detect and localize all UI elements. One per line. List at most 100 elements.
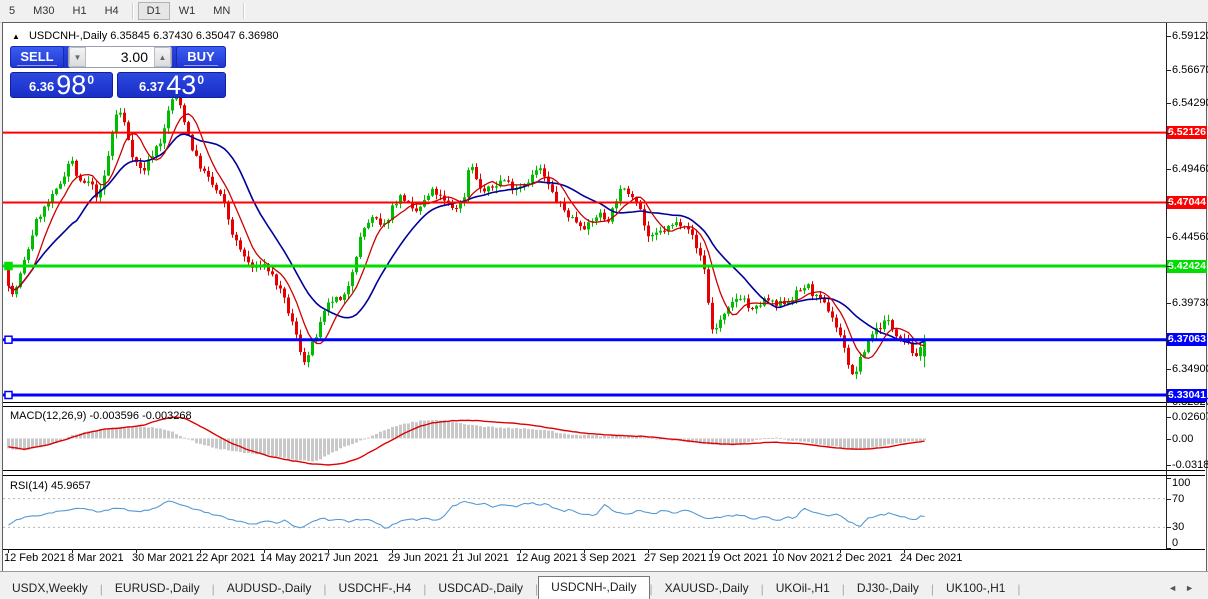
- macd-histogram-bar: [219, 438, 222, 450]
- timeframe-button-h1[interactable]: H1: [64, 2, 96, 20]
- price-axis-tick: [1166, 102, 1171, 104]
- macd-axis-label: 0.00: [1172, 432, 1194, 445]
- macd-histogram-bar: [923, 438, 926, 441]
- candle-body: [55, 188, 58, 195]
- macd-histogram-bar: [535, 429, 538, 439]
- ma-slow-line: [7, 133, 925, 345]
- chart-tab-usdcnh-daily[interactable]: USDCNH-,Daily: [538, 576, 650, 599]
- buy-button[interactable]: BUY: [176, 46, 226, 68]
- pane-separator[interactable]: [3, 470, 1205, 471]
- tab-scroll-left-icon[interactable]: ◄: [1168, 583, 1185, 593]
- line-drag-handle[interactable]: [4, 390, 13, 400]
- candle-body: [551, 184, 554, 192]
- sell-button[interactable]: SELL: [10, 46, 64, 68]
- pane-separator[interactable]: [3, 402, 1205, 403]
- candle-body: [367, 222, 370, 229]
- chart-tab-usdcad-daily[interactable]: USDCAD-,Daily: [426, 578, 535, 598]
- candle-body: [711, 302, 714, 330]
- macd-histogram-bar: [767, 437, 770, 439]
- timeframe-button-m30[interactable]: M30: [24, 2, 63, 20]
- buy-price-display[interactable]: 6.37 43 0: [117, 72, 226, 99]
- date-axis-label: 21 Jul 2021: [452, 552, 509, 564]
- candle-body: [491, 186, 494, 188]
- ma-fast-line: [8, 113, 925, 359]
- volume-input[interactable]: 3.00: [86, 47, 154, 67]
- macd-histogram-bar: [787, 438, 790, 441]
- chevron-up-icon: ▲: [158, 52, 167, 62]
- sell-price-display[interactable]: 6.36 98 0: [10, 72, 113, 99]
- chart-tab-dj30-daily[interactable]: DJ30-,Daily: [845, 578, 931, 598]
- chart-tab-usdchf-h4[interactable]: USDCHF-,H4: [327, 578, 424, 598]
- candle-body: [691, 229, 694, 235]
- candle-body: [115, 114, 118, 133]
- macd-histogram-bar: [335, 438, 338, 451]
- rsi-indicator-plot[interactable]: [3, 477, 1166, 549]
- macd-histogram-bar: [903, 438, 906, 443]
- pane-separator[interactable]: [3, 475, 1205, 476]
- timeframe-button-mn[interactable]: MN: [204, 2, 239, 20]
- rsi-axis-label: 100: [1172, 477, 1191, 489]
- macd-histogram-bar: [131, 426, 134, 439]
- candle-body: [375, 217, 378, 219]
- collapse-triangle-icon[interactable]: ▲: [12, 32, 20, 41]
- candle-body: [335, 297, 338, 302]
- macd-histogram-bar: [19, 438, 22, 450]
- candle-body: [467, 170, 470, 198]
- macd-histogram-bar: [739, 438, 742, 444]
- candle-body: [839, 327, 842, 336]
- macd-histogram-bar: [451, 422, 454, 439]
- candle-body: [795, 290, 798, 300]
- date-axis-label: 29 Jun 2021: [388, 552, 449, 564]
- price-axis-tick: [1166, 236, 1171, 238]
- macd-axis-label: -0.03187: [1172, 458, 1208, 471]
- macd-histogram-bar: [187, 438, 190, 440]
- candle-body: [595, 217, 598, 221]
- macd-histogram-bar: [643, 437, 646, 439]
- chart-tab-eurusd-daily[interactable]: EURUSD-,Daily: [103, 578, 212, 598]
- chart-tab-usdx-weekly[interactable]: USDX,Weekly: [0, 578, 100, 598]
- macd-histogram-bar: [547, 430, 550, 439]
- macd-histogram-bar: [415, 422, 418, 439]
- timeframe-button-d1[interactable]: D1: [137, 2, 170, 20]
- volume-decrease-button[interactable]: ▼: [69, 47, 86, 67]
- macd-histogram-bar: [575, 434, 578, 439]
- macd-histogram-bar: [611, 435, 614, 439]
- volume-increase-button[interactable]: ▲: [154, 47, 171, 67]
- macd-histogram-bar: [895, 438, 898, 444]
- candle-body: [487, 186, 490, 192]
- macd-histogram-bar: [307, 438, 310, 461]
- candle-body: [371, 217, 374, 223]
- timeframe-button-w1[interactable]: W1: [170, 2, 205, 20]
- rsi-axis-tick: [1166, 548, 1171, 549]
- macd-histogram-bar: [351, 438, 354, 445]
- macd-label: MACD(12,26,9) -0.003596 -0.003268: [10, 410, 192, 422]
- line-drag-handle[interactable]: [4, 335, 13, 344]
- candle-body: [647, 225, 650, 237]
- macd-histogram-bar: [875, 438, 878, 447]
- candle-body: [843, 335, 846, 348]
- tab-scroll-right-icon[interactable]: ►: [1185, 583, 1202, 593]
- candle-body: [627, 188, 630, 195]
- macd-histogram-bar: [775, 437, 778, 439]
- line-drag-handle[interactable]: [4, 261, 13, 271]
- macd-histogram-bar: [567, 434, 570, 439]
- macd-histogram-bar: [443, 420, 446, 439]
- chart-tab-uk100-h1[interactable]: UK100-,H1: [934, 578, 1017, 598]
- candle-body: [699, 248, 702, 256]
- date-axis-tick: [264, 549, 265, 553]
- one-click-trading-panel: SELL ▼ 3.00 ▲ BUY 6.36 98 0 6.37 43 0: [10, 46, 226, 99]
- chart-tab-xauusd-daily[interactable]: XAUUSD-,Daily: [653, 578, 761, 598]
- candle-body: [579, 222, 582, 227]
- timeframe-button-h4[interactable]: H4: [96, 2, 128, 20]
- chart-tab-audusd-daily[interactable]: AUDUSD-,Daily: [215, 578, 324, 598]
- macd-histogram-bar: [543, 429, 546, 439]
- macd-histogram-bar: [475, 425, 478, 439]
- timeframe-button-5[interactable]: 5: [0, 2, 24, 20]
- candle-body: [311, 341, 314, 356]
- candle-body: [91, 181, 94, 185]
- candle-body: [247, 256, 250, 263]
- candle-body: [435, 188, 438, 195]
- price-axis-label: 6.49460: [1172, 163, 1208, 176]
- macd-histogram-bar: [523, 428, 526, 439]
- chart-tab-ukoil-h1[interactable]: UKOil-,H1: [764, 578, 842, 598]
